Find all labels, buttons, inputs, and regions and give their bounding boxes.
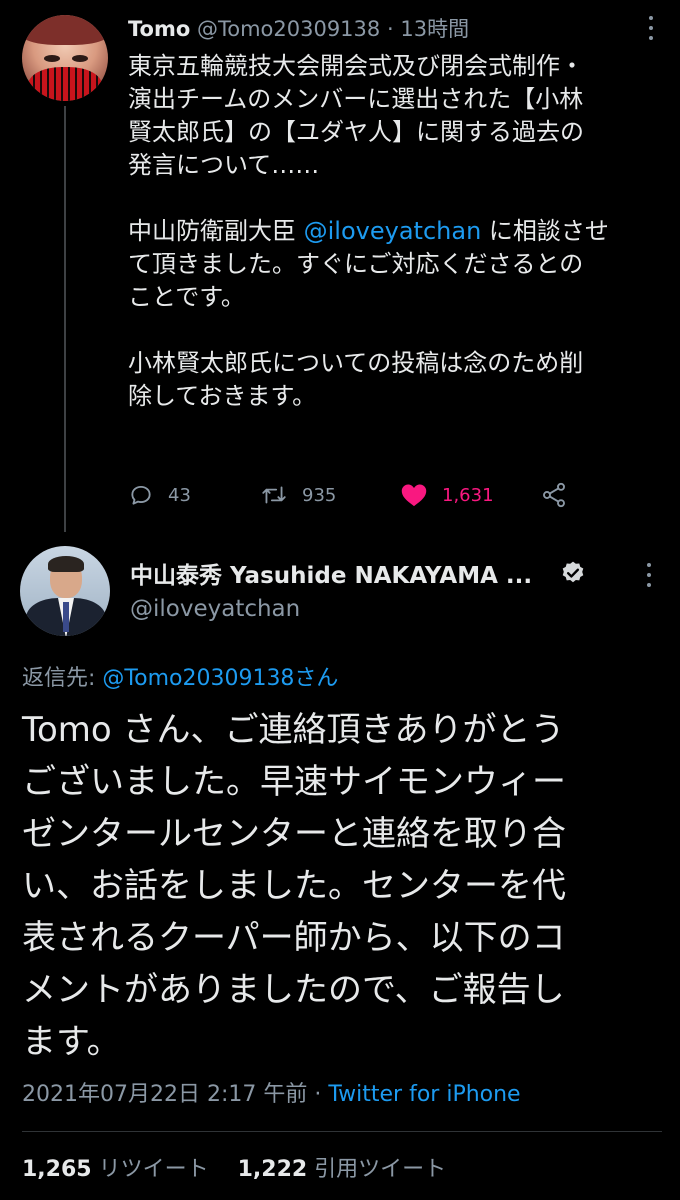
text-line: い、お話をしました。センターを代: [22, 866, 566, 906]
author-handle[interactable]: @Tomo20309138: [197, 17, 380, 41]
text-line: 小林賢太郎氏についての投稿は念のため削: [128, 349, 584, 377]
more-icon[interactable]: [644, 16, 658, 40]
thread-connector-line: [64, 106, 66, 532]
divider: [22, 1131, 662, 1132]
retweet-icon: [262, 486, 286, 504]
verified-icon: [562, 561, 584, 583]
retweet-button[interactable]: 935: [260, 478, 336, 512]
avatar[interactable]: [20, 546, 110, 636]
tweet-time[interactable]: 13時間: [400, 17, 469, 41]
retweet-count: 935: [302, 484, 337, 506]
tweet-stats: 1,265 リツイート 1,222 引用ツイート: [22, 1151, 446, 1183]
retweets-stat[interactable]: 1,265 リツイート: [22, 1157, 209, 1182]
tweet-timestamp[interactable]: 2021年07月22日 2:17 午前 ·: [22, 1082, 328, 1107]
quotes-count: 1,222: [237, 1157, 308, 1182]
reply-to-mention[interactable]: @Tomo20309138さん: [102, 666, 338, 691]
text-line: 表されるクーパー師から、以下のコ: [22, 918, 566, 958]
retweets-count: 1,265: [22, 1157, 92, 1182]
author-name[interactable]: Tomo: [128, 17, 190, 41]
mention-link[interactable]: @iloveyatchan: [304, 217, 482, 245]
share-icon: [543, 482, 565, 508]
author-row: 中山泰秀 Yasuhide NAKAYAMA ...: [130, 553, 630, 593]
quotes-label: 引用ツイート: [307, 1157, 447, 1182]
tweet-metadata: 2021年07月22日 2:17 午前 · Twitter for iPhone: [22, 1076, 521, 1108]
like-count: 1,631: [442, 484, 494, 506]
text-line: Tomo さん、ご連絡頂きありがとう: [22, 710, 565, 750]
avatar[interactable]: [22, 15, 108, 101]
share-button[interactable]: [540, 478, 568, 512]
text-line: ます。: [22, 1022, 121, 1062]
text-line: ゼンタールセンターと連絡を取り合: [22, 814, 566, 854]
text-line: て頂きました。すぐにご対応くださるとの: [128, 250, 584, 278]
text-line: 演出チームのメンバーに選出された【小林: [128, 85, 584, 113]
more-icon[interactable]: [642, 563, 656, 587]
reply-count: 43: [168, 484, 191, 506]
text-line: ことです。: [128, 283, 245, 311]
retweets-label: リツイート: [91, 1157, 209, 1182]
text-line: 東京五輪競技大会開会式及び閉会式制作・: [128, 52, 584, 80]
tweet-header: Tomo @Tomo20309138 · 13時間: [128, 12, 628, 46]
reply-to-label: 返信先:: [22, 666, 103, 691]
tweet-text: 東京五輪競技大会開会式及び閉会式制作・ 演出チームのメンバーに選出された【小林 …: [128, 50, 663, 413]
tweet-actions: 43 935 1,631: [128, 478, 578, 512]
text-line: 除しておきます。: [128, 382, 317, 410]
quotes-stat[interactable]: 1,222 引用ツイート: [238, 1157, 447, 1182]
text-line: 発言について……: [128, 151, 320, 179]
reply-to-line: 返信先: @Tomo20309138さん: [22, 660, 338, 692]
text-line: 中山防衛副大臣 @iloveyatchan に相談させ: [128, 217, 609, 245]
author-handle[interactable]: @iloveyatchan: [130, 596, 300, 622]
text-line: メントがありましたので、ご報告し: [22, 970, 565, 1010]
tweet-source[interactable]: Twitter for iPhone: [328, 1082, 520, 1107]
reply-icon: [131, 485, 151, 505]
reply-button[interactable]: 43: [128, 478, 191, 512]
author-name[interactable]: 中山泰秀 Yasuhide NAKAYAMA ...: [130, 556, 532, 590]
text-line: ございました。早速サイモンウィー: [22, 762, 566, 802]
text-line: 賢太郎氏】の【ユダヤ人】に関する過去の: [128, 118, 584, 146]
tweet-detail-page: Tomo @Tomo20309138 · 13時間 東京五輪競技大会開会式及び閉…: [0, 0, 680, 1200]
like-button[interactable]: 1,631: [400, 478, 494, 512]
tweet-text: Tomo さん、ご連絡頂きありがとう ございました。早速サイモンウィー ゼンター…: [22, 704, 662, 1068]
heart-icon: [401, 484, 427, 507]
separator-dot: ·: [386, 17, 394, 41]
